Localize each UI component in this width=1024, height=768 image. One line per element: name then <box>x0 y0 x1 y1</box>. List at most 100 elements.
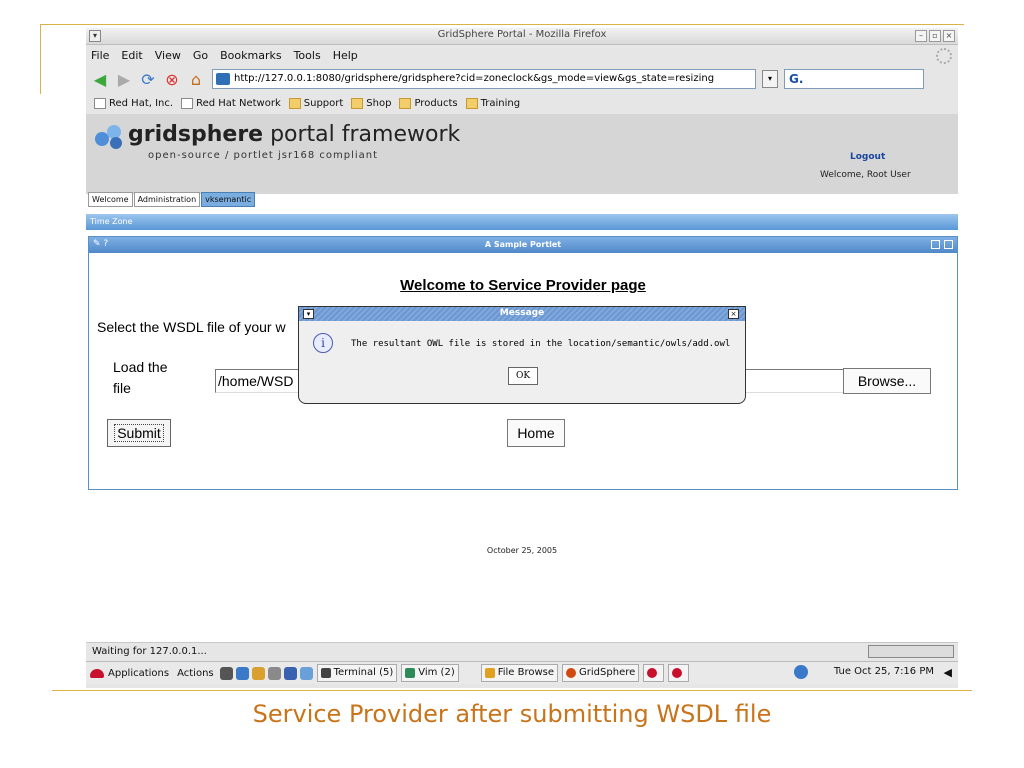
applications-menu[interactable]: Applications <box>90 668 169 679</box>
search-input[interactable]: G. <box>784 69 924 89</box>
info-icon: i <box>313 333 333 353</box>
page-icon <box>94 97 106 109</box>
menu-help[interactable]: Help <box>333 49 358 62</box>
portal-tabs: Welcome Administration vksemantic <box>88 192 256 207</box>
throbber-icon <box>936 48 952 64</box>
settings-launcher-icon[interactable] <box>267 666 281 680</box>
task-gridsphere[interactable]: GridSphere <box>562 664 640 682</box>
update-check-icon[interactable] <box>794 665 808 679</box>
back-icon[interactable]: ◀ <box>90 69 110 89</box>
task-terminal[interactable]: Terminal (5) <box>316 664 398 682</box>
bookmark-shop[interactable]: Shop <box>351 97 391 109</box>
browser-window: ▾ GridSphere Portal - Mozilla Firefox – … <box>86 28 958 688</box>
logout-link[interactable]: Logout <box>850 152 885 162</box>
subnav-time-zone[interactable]: Time Zone <box>90 217 133 226</box>
navigation-toolbar: ◀ ▶ ⟳ ⊗ ⌂ http://127.0.0.1:8080/gridsphe… <box>86 66 958 92</box>
volume-icon[interactable]: ◀ <box>944 666 952 679</box>
redhat-icon <box>90 668 104 678</box>
actions-menu[interactable]: Actions <box>177 668 214 679</box>
forward-icon[interactable]: ▶ <box>114 69 134 89</box>
folder-icon <box>465 97 478 109</box>
footer-date: October 25, 2005 <box>486 546 558 555</box>
stop-icon[interactable]: ⊗ <box>162 69 182 89</box>
task-redhat-2[interactable] <box>668 664 690 682</box>
redhat-icon <box>647 668 658 678</box>
page-heading: Welcome to Service Provider page <box>400 277 646 294</box>
dialog-title: Message <box>499 308 545 318</box>
slide-left-rule <box>40 24 41 94</box>
menu-go[interactable]: Go <box>193 49 208 62</box>
portlet-titlebar: ✎ ? A Sample Portlet <box>89 237 957 253</box>
firefox-icon <box>566 668 577 678</box>
gridsphere-logo-icon <box>95 125 122 149</box>
reload-icon[interactable]: ⟳ <box>138 69 158 89</box>
menu-bookmarks[interactable]: Bookmarks <box>220 49 281 62</box>
folder-icon <box>484 668 495 678</box>
clock[interactable]: Tue Oct 25, 7:16 PM <box>834 666 934 677</box>
welcome-user-text: Welcome, Root User <box>820 170 911 180</box>
progress-bar <box>868 645 954 658</box>
dialog-close-icon[interactable]: × <box>728 309 739 319</box>
home-button[interactable]: Home <box>507 419 565 447</box>
slide-bottom-rule <box>52 690 972 691</box>
slide-caption: Service Provider after submitting WSDL f… <box>252 700 772 728</box>
folder-icon <box>288 97 301 109</box>
menu-bar: File Edit View Go Bookmarks Tools Help <box>86 45 958 65</box>
portlet-minimize-icon[interactable] <box>931 240 940 249</box>
submit-button[interactable]: Submit <box>107 419 171 447</box>
tab-vksemantic[interactable]: vksemantic <box>201 192 256 207</box>
terminal-launcher-icon[interactable] <box>219 666 233 680</box>
select-wsdl-text: Select the WSDL file of your w <box>97 319 286 335</box>
folder-icon <box>351 97 364 109</box>
minimize-icon[interactable]: – <box>915 30 927 42</box>
close-icon[interactable]: × <box>943 30 955 42</box>
bookmark-red-hat-network[interactable]: Red Hat Network <box>181 97 281 109</box>
mail-launcher-icon[interactable] <box>251 666 265 680</box>
status-bar: Waiting for 127.0.0.1... <box>86 642 958 661</box>
browser-launcher-icon[interactable] <box>235 666 249 680</box>
task-file-browser[interactable]: File Browse <box>480 664 559 682</box>
task-vim[interactable]: Vim (2) <box>401 664 459 682</box>
redhat-icon <box>672 668 683 678</box>
desktop-taskbar: Applications Actions Terminal (5) Vim (2… <box>86 661 958 684</box>
portlet-maximize-icon[interactable] <box>944 240 953 249</box>
tab-welcome[interactable]: Welcome <box>88 192 133 207</box>
office-launcher-icon[interactable] <box>283 666 297 680</box>
window-titlebar: ▾ GridSphere Portal - Mozilla Firefox – … <box>86 28 958 45</box>
portal-subtitle: open-source / portlet jsr168 compliant <box>148 150 379 161</box>
status-text: Waiting for 127.0.0.1... <box>92 646 207 657</box>
menu-edit[interactable]: Edit <box>121 49 142 62</box>
dialog-message: The resultant OWL file is stored in the … <box>351 339 731 349</box>
ok-button[interactable]: OK <box>508 367 538 385</box>
subnav-bar: Time Zone <box>86 214 958 230</box>
bookmark-training[interactable]: Training <box>465 97 520 109</box>
tab-administration[interactable]: Administration <box>133 192 201 207</box>
portal-brand: gridsphere portal framework <box>128 122 461 147</box>
window-title: GridSphere Portal - Mozilla Firefox <box>437 29 607 40</box>
bookmark-red-hat-inc[interactable]: Red Hat, Inc. <box>94 97 173 109</box>
url-text: http://127.0.0.1:8080/gridsphere/gridsph… <box>234 73 715 84</box>
load-file-label: Load the file <box>113 359 168 396</box>
menu-tools[interactable]: Tools <box>294 49 321 62</box>
maximize-icon[interactable]: ▫ <box>929 30 941 42</box>
page-icon <box>181 97 194 109</box>
network-launcher-icon[interactable] <box>299 666 313 680</box>
task-redhat-1[interactable] <box>643 664 665 682</box>
url-field[interactable]: http://127.0.0.1:8080/gridsphere/gridsph… <box>212 69 756 89</box>
url-dropdown-icon[interactable]: ▾ <box>762 70 778 88</box>
portlet-title: A Sample Portlet <box>484 240 562 249</box>
bookmark-products[interactable]: Products <box>399 97 458 109</box>
folder-icon <box>399 97 412 109</box>
terminal-icon <box>320 668 331 678</box>
browse-button[interactable]: Browse... <box>843 368 931 394</box>
launcher-icons <box>219 666 313 680</box>
vim-icon <box>405 668 416 678</box>
bookmarks-toolbar: Red Hat, Inc. Red Hat Network Support Sh… <box>86 92 958 114</box>
menu-file[interactable]: File <box>91 49 109 62</box>
slide-top-rule <box>40 24 964 25</box>
menu-view[interactable]: View <box>155 49 181 62</box>
bookmark-support[interactable]: Support <box>288 97 343 109</box>
home-icon[interactable]: ⌂ <box>186 69 206 89</box>
dialog-titlebar: ▾ Message × <box>299 307 745 321</box>
portal-header: gridsphere portal framework open-source … <box>86 114 958 207</box>
